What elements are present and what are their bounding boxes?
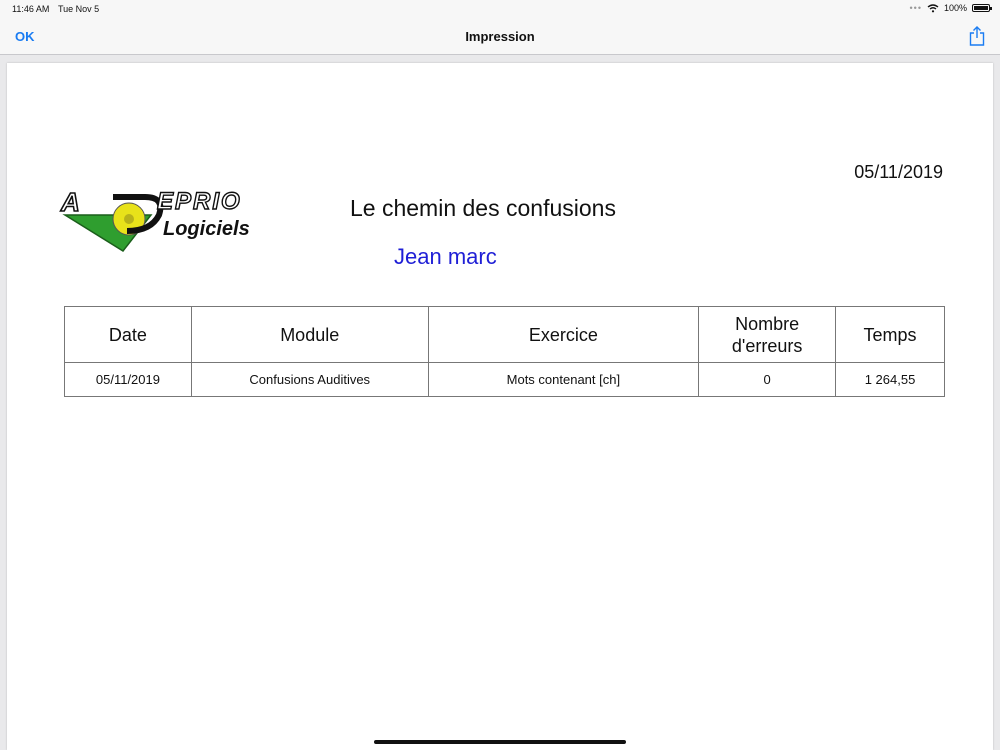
cell-errors: 0 <box>698 362 837 397</box>
student-name: Jean marc <box>394 244 497 269</box>
battery-fill <box>974 6 988 10</box>
svg-text:A: A <box>60 187 80 217</box>
wifi-icon <box>927 3 939 12</box>
cell-date: 05/11/2019 <box>64 362 192 397</box>
results-table: Date Module Exercice Nombre d'erreurs Te… <box>64 306 945 397</box>
home-indicator[interactable] <box>374 740 626 744</box>
share-icon[interactable] <box>967 25 987 47</box>
column-header-errors: Nombre d'erreurs <box>698 306 837 363</box>
navigation-bar: OK Impression <box>0 18 1000 55</box>
table-header-row: Date Module Exercice Nombre d'erreurs Te… <box>64 306 945 363</box>
nav-title: Impression <box>465 29 535 44</box>
print-preview-page: 05/11/2019 A EPRIO Logiciels Le chemin d… <box>7 63 993 750</box>
column-header-exercice: Exercice <box>427 306 700 363</box>
status-date: Tue Nov 5 <box>58 4 100 14</box>
cell-exercice: Mots contenant [ch] <box>427 362 700 397</box>
battery-percent: 100% <box>943 3 967 13</box>
battery-icon <box>972 4 992 12</box>
column-header-time: Temps <box>835 306 945 363</box>
multitasking-dots-icon: ••• <box>909 3 922 13</box>
status-bar: 11:46 AM Tue Nov 5 ••• 100% <box>0 0 1000 18</box>
report-date: 05/11/2019 <box>854 162 943 182</box>
cell-module: Confusions Auditives <box>190 362 429 397</box>
svg-text:Logiciels: Logiciels <box>163 218 250 240</box>
cell-time: 1 264,55 <box>835 362 945 397</box>
report-title: Le chemin des confusions <box>350 195 616 221</box>
column-header-module: Module <box>190 306 429 363</box>
status-time: 11:46 AM <box>12 4 50 14</box>
table-row: 05/11/2019 Confusions Auditives Mots con… <box>64 362 945 397</box>
status-right: ••• 100% <box>909 3 992 13</box>
column-header-date: Date <box>64 306 192 363</box>
adeprio-logo: A EPRIO Logiciels <box>59 186 250 252</box>
svg-text:EPRIO: EPRIO <box>157 188 242 215</box>
